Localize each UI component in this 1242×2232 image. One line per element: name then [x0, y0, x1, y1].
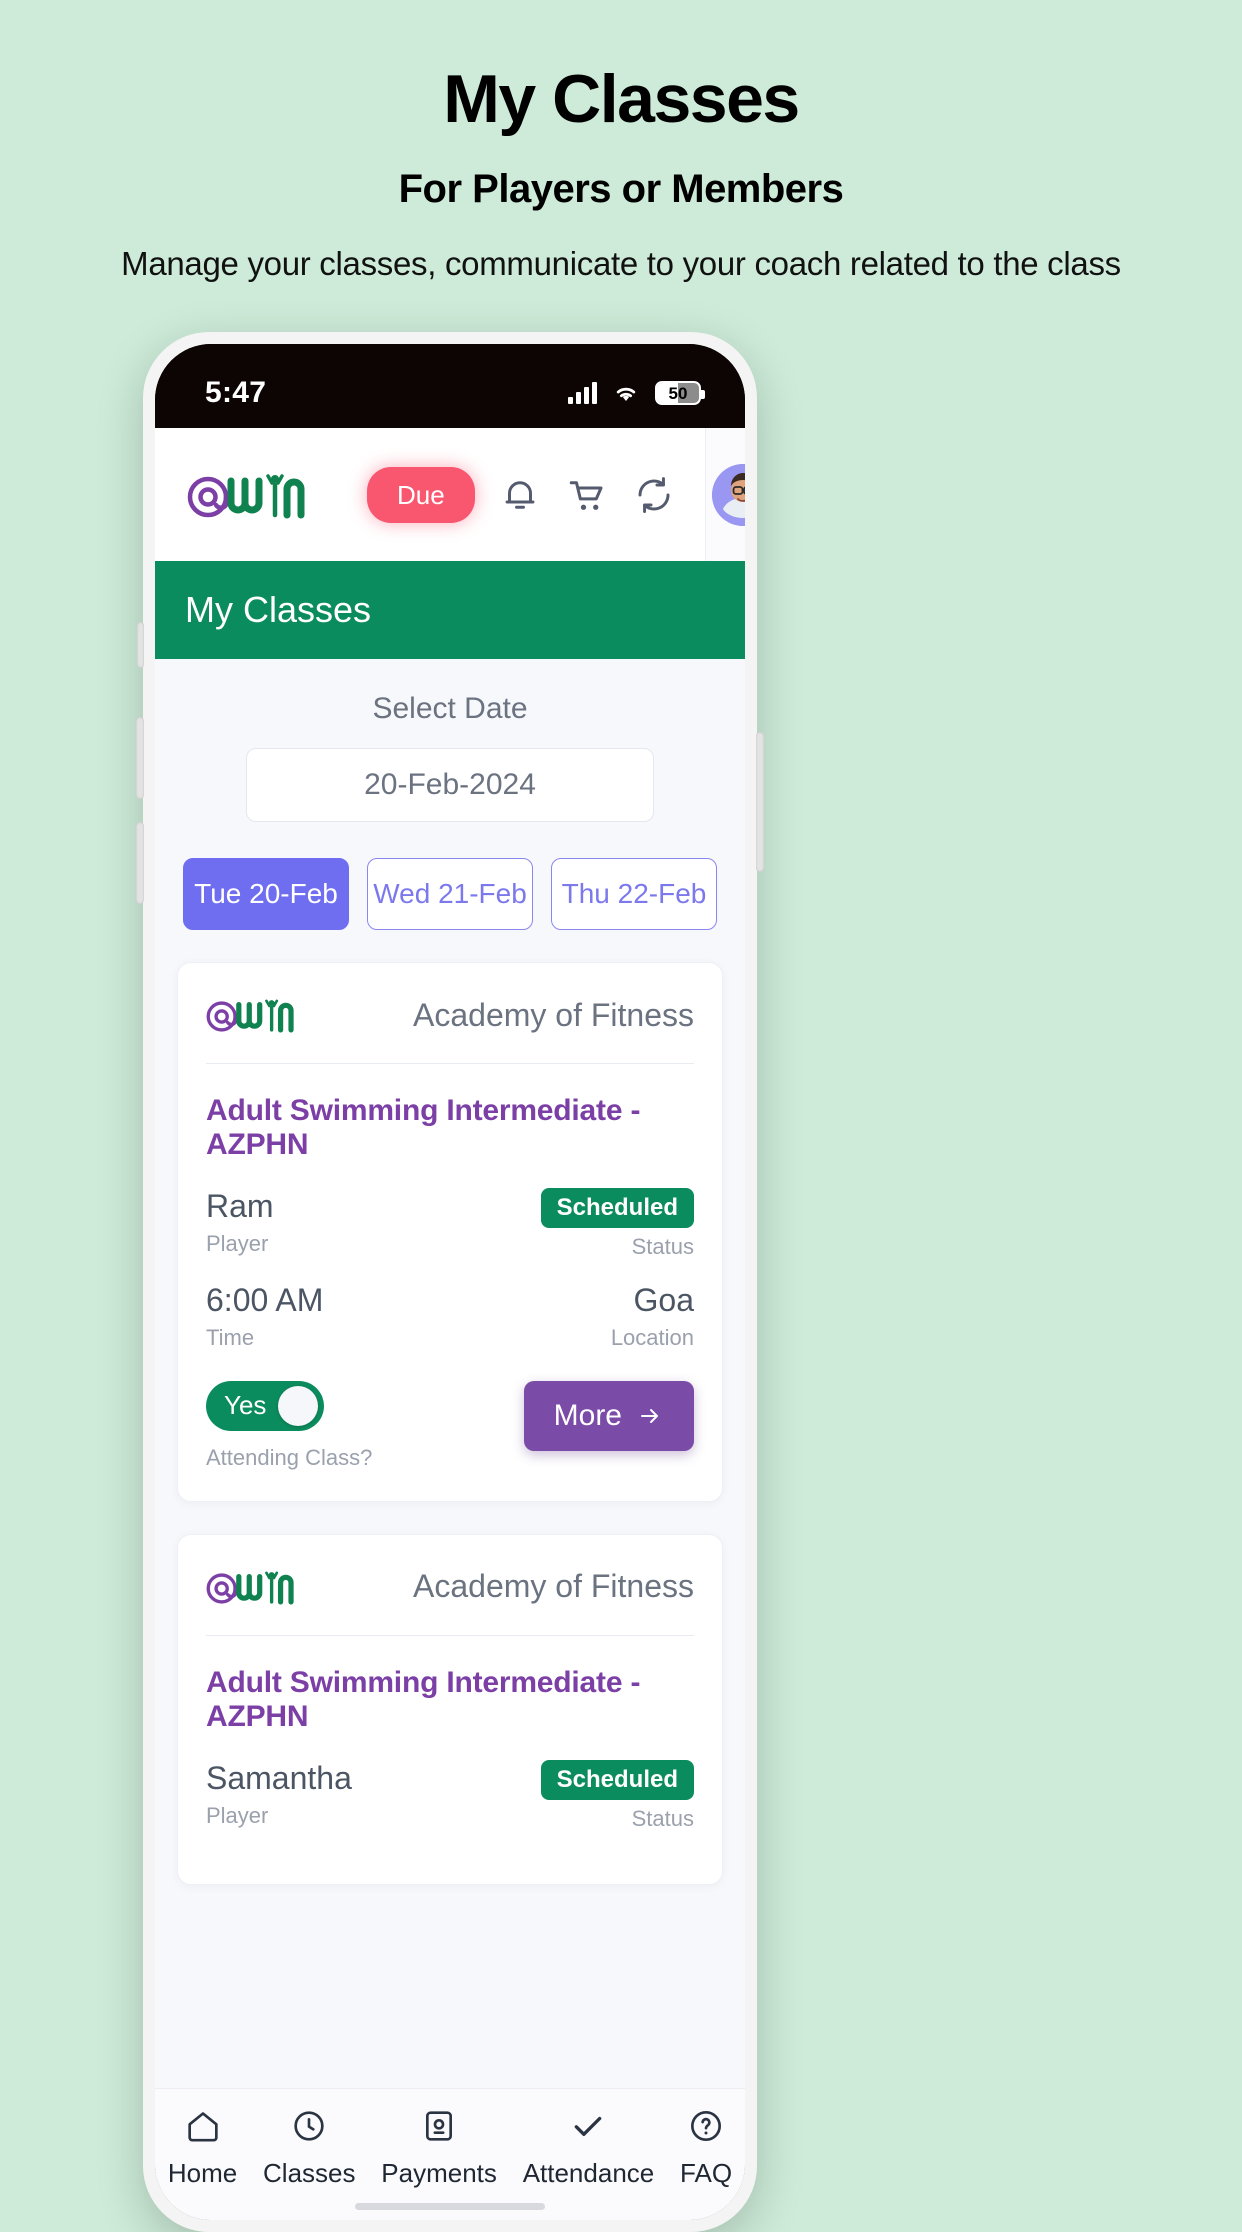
more-label: More [553, 1398, 622, 1432]
status-badge: Scheduled [540, 1759, 694, 1800]
day-tabs: Tue 20-Feb Wed 21-Feb Thu 22-Feb [155, 822, 745, 930]
more-button[interactable]: More [523, 1380, 694, 1451]
nav-label-home: Home [167, 2158, 238, 2188]
promo-description: Manage your classes, communicate to your… [121, 244, 1121, 282]
nav-label-attendance: Attendance [522, 2158, 655, 2188]
bottom-navigation: Home Classes Payments Attendance FAQ [155, 2088, 745, 2220]
question-circle-icon [691, 2111, 722, 2141]
avatar[interactable] [704, 428, 745, 561]
academy-name: Academy of Fitness [413, 1568, 694, 1605]
status-badge: Scheduled [540, 1188, 694, 1228]
status-time: 5:47 [205, 376, 267, 409]
location-caption: Location [610, 1324, 694, 1350]
check-icon [575, 2116, 602, 2136]
nav-item-home[interactable]: Home [168, 2106, 237, 2189]
card-actions: Yes Attending Class? More [206, 1373, 694, 1471]
arrow-right-icon [641, 1408, 658, 1423]
battery-level: 50 [668, 383, 688, 403]
class-name: Adult Swimming Intermediate - AZPHN [206, 1665, 641, 1733]
status-caption: Status [631, 1234, 694, 1259]
nav-label-payments: Payments [381, 2158, 497, 2188]
player-caption: Player [206, 1802, 269, 1828]
payment-icon [426, 2111, 453, 2141]
phone-screen: 5:47 50 Due My Classes Select Date 20-Fe… [155, 344, 745, 2220]
time-location-row: 6:00 AM Time Goa Location [206, 1282, 694, 1373]
player-name: Ram [206, 1188, 274, 1224]
home-icon [187, 2112, 218, 2142]
nav-label-classes: Classes [263, 2158, 356, 2188]
class-location: Goa [633, 1282, 694, 1318]
class-name: Adult Swimming Intermediate - AZPHN [206, 1094, 641, 1161]
power-button[interactable] [756, 732, 764, 872]
player-status-row: Ram Player Scheduled Status [206, 1188, 694, 1282]
nav-item-attendance[interactable]: Attendance [522, 2106, 655, 2189]
nav-item-classes[interactable]: Classes [263, 2106, 356, 2189]
player-status-row: Samantha Player Scheduled Status [206, 1759, 694, 1854]
status-bar: 5:47 50 [155, 344, 745, 428]
shopping-cart-icon[interactable] [565, 474, 609, 516]
wifi-icon [616, 387, 636, 401]
home-indicator [355, 2203, 545, 2210]
class-time: 6:00 AM [206, 1282, 324, 1318]
win-logo-small [206, 1571, 294, 1605]
attending-caption: Attending Class? [206, 1444, 373, 1470]
screen-title: My Classes [155, 561, 745, 659]
player-name: Samantha [206, 1759, 352, 1796]
nav-item-payments[interactable]: Payments [381, 2106, 497, 2189]
toggle-label: Yes [224, 1390, 267, 1421]
day-tab-2[interactable]: Thu 22-Feb [551, 858, 717, 930]
promo-header: My Classes For Players or Members Manage… [0, 0, 1242, 286]
scroll-content[interactable]: Select Date 20-Feb-2024 Tue 20-Feb Wed 2… [155, 659, 745, 2220]
volume-down-button[interactable] [136, 822, 144, 904]
signal-bars-icon [568, 382, 597, 404]
win-logo-small [206, 999, 294, 1033]
select-date-label: Select Date [372, 692, 528, 725]
player-caption: Player [206, 1230, 269, 1256]
academy-name: Academy of Fitness [413, 996, 694, 1033]
promo-subtitle: For Players or Members [398, 166, 844, 211]
nav-item-faq[interactable]: FAQ [680, 2106, 732, 2189]
app-header: Due [155, 428, 745, 561]
page-title: My Classes [443, 61, 800, 137]
toggle-knob [278, 1385, 318, 1426]
status-caption: Status [631, 1805, 694, 1831]
volume-up-button[interactable] [136, 717, 144, 799]
phone-mockup: 5:47 50 Due My Classes Select Date 20-Fe… [136, 332, 764, 2232]
class-card[interactable]: Academy of Fitness Adult Swimming Interm… [177, 962, 723, 1502]
clock-icon [294, 2111, 324, 2141]
silent-switch[interactable] [137, 622, 144, 668]
due-badge[interactable]: Due [367, 466, 475, 523]
date-input[interactable]: 20-Feb-2024 [246, 748, 654, 822]
win-logo[interactable] [187, 467, 305, 523]
bell-icon[interactable] [499, 474, 541, 516]
battery-icon: 50 [655, 381, 705, 405]
attending-toggle[interactable]: Yes [206, 1380, 324, 1431]
refresh-icon[interactable] [633, 474, 675, 516]
day-tab-1[interactable]: Wed 21-Feb [367, 858, 533, 930]
app-container: Due My Classes Select Date 20-Feb-2024 T… [155, 428, 745, 2220]
nav-label-faq: FAQ [680, 2158, 733, 2188]
class-card[interactable]: Academy of Fitness Adult Swimming Interm… [177, 1533, 723, 1885]
time-caption: Time [206, 1324, 255, 1350]
day-tab-0[interactable]: Tue 20-Feb [183, 858, 349, 930]
